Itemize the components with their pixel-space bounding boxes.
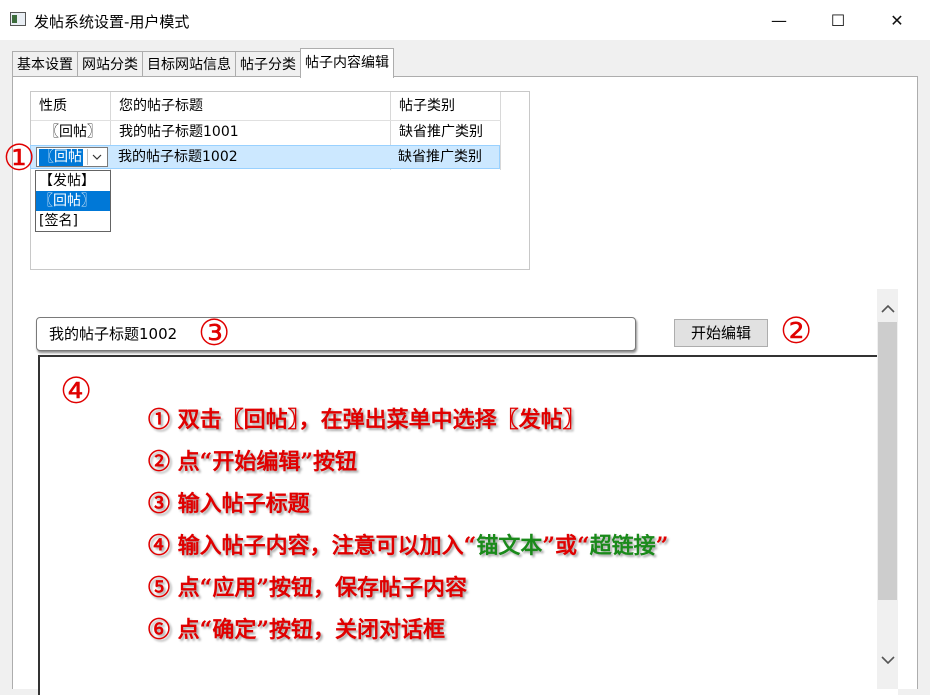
instruction-text: 点“确定”按钮，关闭对话框 [170,617,445,643]
hyperlink-highlight: 超链接 [589,533,656,559]
start-edit-button[interactable]: 开始编辑 [674,319,768,347]
instruction-line-2: ② 点“开始编辑”按钮 [148,444,357,476]
instruction-text: ”或“ [542,533,590,559]
scroll-up-icon[interactable] [877,294,898,324]
annotation-1: ① [3,138,36,179]
grid-divider [500,92,501,170]
chevron-down-icon[interactable] [87,149,106,165]
instruction-text: 输入帖子内容，注意可以加入“ [170,533,477,559]
column-header-type[interactable]: 性质 [33,94,109,118]
combobox-value: 〖回帖 [39,149,83,166]
anchor-text-highlight: 锚文本 [476,533,543,559]
instruction-number: ② [148,449,171,475]
row1-category[interactable]: 缺省推广类别 [393,120,499,144]
instruction-text: 输入帖子标题 [170,491,310,517]
instruction-number: ④ [148,533,171,559]
instruction-number: ⑥ [148,617,171,643]
row1-type[interactable]: 〖回帖〗 [39,120,109,144]
type-combobox[interactable]: 〖回帖 [36,147,108,167]
tab-strip: 基本设置 网站分类 目标网站信息 帖子分类 帖子内容编辑 [12,48,394,78]
instruction-number: ⑤ [148,575,171,601]
vertical-scrollbar[interactable] [877,289,898,689]
instruction-number: ① [148,407,171,433]
maximize-button[interactable]: ☐ [809,0,867,40]
window-title: 发帖系统设置-用户模式 [34,13,190,31]
instruction-number: ③ [148,491,171,517]
app-icon [10,12,26,26]
instruction-line-3: ③ 输入帖子标题 [148,486,310,518]
instruction-line-5: ⑤ 点“应用”按钮，保存帖子内容 [148,570,467,602]
tab-basic-settings[interactable]: 基本设置 [12,51,78,78]
tab-post-categories[interactable]: 帖子分类 [235,51,301,78]
instruction-line-1: ① 双击〖回帖〗，在弹出菜单中选择〖发帖〗 [148,402,585,434]
instruction-text: 点“开始编辑”按钮 [170,449,357,475]
instruction-text: ” [655,533,669,559]
post-title-input[interactable]: 我的帖子标题1002 [36,317,636,351]
close-button[interactable]: ✕ [868,0,926,40]
scroll-down-icon[interactable] [877,645,898,675]
dropdown-option-signature[interactable]: [签名] [36,211,110,231]
tab-post-content-edit[interactable]: 帖子内容编辑 [300,48,394,78]
annotation-3: ③ [198,313,231,354]
row2-category[interactable]: 缺省推广类别 [392,145,498,169]
row1-title[interactable]: 我的帖子标题1001 [113,120,389,144]
annotation-4: ④ [60,371,93,412]
instruction-text: 点“应用”按钮，保存帖子内容 [170,575,467,601]
dropdown-option-post[interactable]: 【发帖】 [36,171,110,191]
title-bar: 发帖系统设置-用户模式 — ☐ ✕ [0,0,930,40]
column-header-title[interactable]: 您的帖子标题 [113,94,389,118]
minimize-button[interactable]: — [750,0,808,40]
tab-site-categories[interactable]: 网站分类 [77,51,143,78]
instruction-line-6: ⑥ 点“确定”按钮，关闭对话框 [148,612,445,644]
column-header-category[interactable]: 帖子类别 [393,94,499,118]
row2-title[interactable]: 我的帖子标题1002 [112,145,388,169]
instruction-line-4: ④ 输入帖子内容，注意可以加入“锚文本”或“超链接” [148,528,668,560]
annotation-2: ② [780,311,813,352]
type-dropdown-list: 【发帖】 〖回帖〗 [签名] [35,170,111,232]
dropdown-option-reply[interactable]: 〖回帖〗 [36,191,110,211]
instruction-text: 双击〖回帖〗，在弹出菜单中选择〖发帖〗 [170,407,585,433]
scrollbar-thumb[interactable] [878,322,897,600]
tab-target-site-info[interactable]: 目标网站信息 [142,51,236,78]
